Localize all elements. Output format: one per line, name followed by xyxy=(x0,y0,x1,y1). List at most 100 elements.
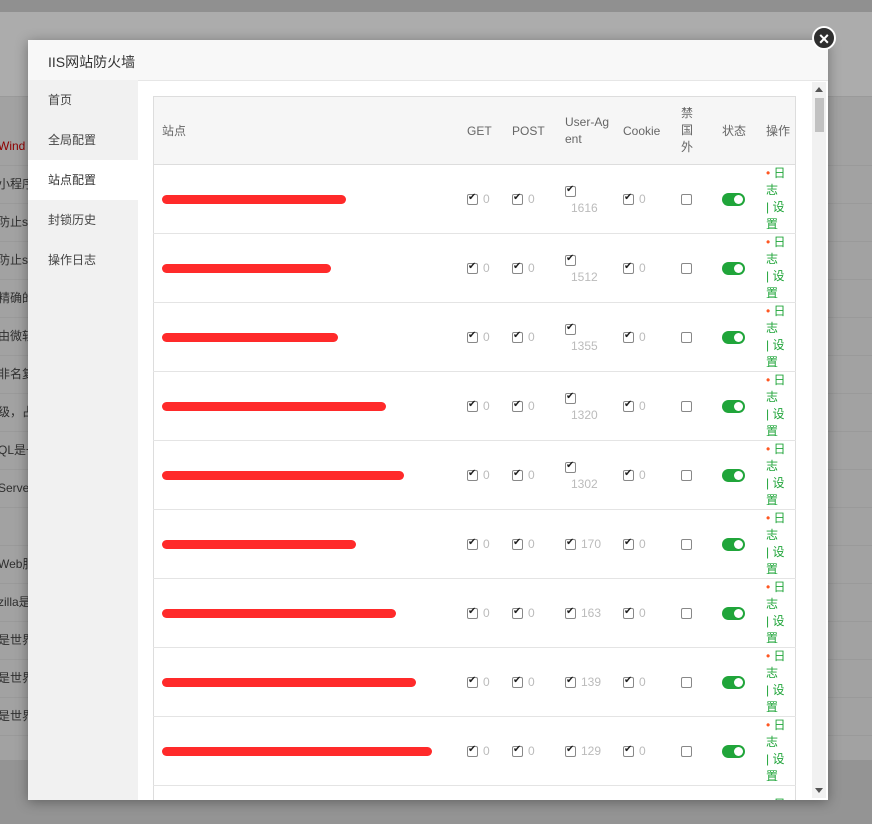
post-checkbox[interactable] xyxy=(512,675,523,688)
settings-link-wrap[interactable]: 置 xyxy=(766,286,778,300)
ban-foreign-cell xyxy=(673,716,714,786)
ban-foreign-checkbox[interactable] xyxy=(681,194,692,206)
settings-link-wrap[interactable]: 置 xyxy=(766,217,778,231)
settings-link[interactable]: 设 xyxy=(772,476,784,490)
user-agent-checkbox[interactable] xyxy=(565,460,576,473)
ban-foreign-checkbox[interactable] xyxy=(681,677,692,689)
post-checkbox[interactable] xyxy=(512,744,523,757)
get-checkbox[interactable] xyxy=(467,261,478,274)
status-toggle[interactable] xyxy=(722,469,745,483)
settings-link[interactable]: 设 xyxy=(772,545,784,559)
get-checkbox[interactable] xyxy=(467,675,478,688)
ban-foreign-checkbox[interactable] xyxy=(681,608,692,620)
post-checkbox[interactable] xyxy=(512,468,523,481)
post-checkbox[interactable] xyxy=(512,261,523,274)
user-agent-checkbox[interactable] xyxy=(565,675,576,688)
site-cell xyxy=(153,164,459,234)
settings-link-wrap[interactable]: 置 xyxy=(766,769,778,783)
status-toggle[interactable] xyxy=(722,331,745,345)
cookie-checkbox[interactable] xyxy=(623,330,634,343)
scroll-up-arrow-icon[interactable] xyxy=(815,87,823,92)
cookie-cell: 0 xyxy=(615,509,673,579)
ban-foreign-checkbox[interactable] xyxy=(681,746,692,758)
post-checkbox[interactable] xyxy=(512,330,523,343)
get-checkbox[interactable] xyxy=(467,399,478,412)
settings-link-wrap[interactable]: 置 xyxy=(766,562,778,576)
post-checkbox[interactable] xyxy=(512,192,523,205)
status-toggle[interactable] xyxy=(722,400,745,414)
status-toggle[interactable] xyxy=(722,676,745,690)
user-agent-checkbox[interactable] xyxy=(565,744,576,757)
site-cell xyxy=(153,440,459,510)
settings-link[interactable]: 设 xyxy=(772,683,784,697)
close-icon[interactable]: × xyxy=(812,26,836,50)
status-toggle[interactable] xyxy=(722,745,745,759)
post-checkbox[interactable] xyxy=(512,399,523,412)
user-agent-checkbox[interactable] xyxy=(565,184,576,197)
settings-link-wrap[interactable]: 置 xyxy=(766,355,778,369)
settings-link[interactable]: 设 xyxy=(772,200,784,214)
ban-foreign-checkbox[interactable] xyxy=(681,263,692,275)
column-header-get: GET xyxy=(459,96,504,165)
settings-link[interactable]: 设 xyxy=(772,338,784,352)
column-header-post: POST xyxy=(504,96,557,165)
cookie-checkbox[interactable] xyxy=(623,744,634,757)
user-agent-checkbox[interactable] xyxy=(565,391,576,404)
cookie-cell: 0 xyxy=(615,647,673,717)
post-checkbox[interactable] xyxy=(512,606,523,619)
get-cell: 0 xyxy=(459,716,504,786)
ban-foreign-checkbox[interactable] xyxy=(681,332,692,344)
cookie-checkbox[interactable] xyxy=(623,606,634,619)
scroll-down-arrow-icon[interactable] xyxy=(815,788,823,793)
bullet-dot-icon: • xyxy=(766,235,771,249)
ban-foreign-cell xyxy=(673,647,714,717)
get-checkbox[interactable] xyxy=(467,537,478,550)
ban-foreign-checkbox[interactable] xyxy=(681,401,692,413)
cookie-checkbox[interactable] xyxy=(623,537,634,550)
cookie-checkbox[interactable] xyxy=(623,399,634,412)
settings-link-wrap[interactable]: 置 xyxy=(766,424,778,438)
post-cell: 0 xyxy=(504,578,557,648)
user-agent-checkbox[interactable] xyxy=(565,322,576,335)
sidebar-item-global-config[interactable]: 全局配置 xyxy=(28,120,138,160)
cookie-checkbox[interactable] xyxy=(623,192,634,205)
user-agent-cell: 1320 xyxy=(557,371,615,441)
get-checkbox[interactable] xyxy=(467,606,478,619)
settings-link[interactable]: 设 xyxy=(772,407,784,421)
post-checkbox[interactable] xyxy=(512,537,523,550)
cookie-checkbox[interactable] xyxy=(623,261,634,274)
get-checkbox[interactable] xyxy=(467,744,478,757)
user-agent-checkbox[interactable] xyxy=(565,606,576,619)
firewall-modal: IIS网站防火墙 首页 全局配置 站点配置 封锁历史 操作日志 站点 GET P… xyxy=(28,40,828,800)
sidebar-item-block-history[interactable]: 封锁历史 xyxy=(28,200,138,240)
sidebar-item-home[interactable]: 首页 xyxy=(28,80,138,120)
settings-link[interactable]: 设 xyxy=(772,752,784,766)
cookie-cell: 0 xyxy=(615,578,673,648)
status-toggle[interactable] xyxy=(722,262,745,276)
modal-scrollbar[interactable] xyxy=(812,82,826,798)
scroll-thumb[interactable] xyxy=(815,98,824,132)
status-toggle[interactable] xyxy=(722,193,745,207)
ban-foreign-checkbox[interactable] xyxy=(681,539,692,551)
post-count: 0 xyxy=(528,468,535,483)
status-toggle[interactable] xyxy=(722,607,745,621)
user-agent-checkbox[interactable] xyxy=(565,537,576,550)
settings-link[interactable]: 设 xyxy=(772,614,784,628)
settings-link[interactable]: 设 xyxy=(772,269,784,283)
bullet-dot-icon: • xyxy=(766,442,771,456)
get-checkbox[interactable] xyxy=(467,330,478,343)
status-toggle[interactable] xyxy=(722,538,745,552)
get-checkbox[interactable] xyxy=(467,192,478,205)
settings-link-wrap[interactable]: 置 xyxy=(766,493,778,507)
action-cell: • 日志 | 设置 xyxy=(758,233,796,303)
get-checkbox[interactable] xyxy=(467,468,478,481)
ban-foreign-checkbox[interactable] xyxy=(681,470,692,482)
user-agent-checkbox[interactable] xyxy=(565,253,576,266)
sidebar-item-operation-log[interactable]: 操作日志 xyxy=(28,240,138,280)
site-name-redacted xyxy=(162,396,452,416)
sidebar-item-site-config[interactable]: 站点配置 xyxy=(28,160,138,200)
cookie-checkbox[interactable] xyxy=(623,675,634,688)
settings-link-wrap[interactable]: 置 xyxy=(766,700,778,714)
cookie-checkbox[interactable] xyxy=(623,468,634,481)
settings-link-wrap[interactable]: 置 xyxy=(766,631,778,645)
